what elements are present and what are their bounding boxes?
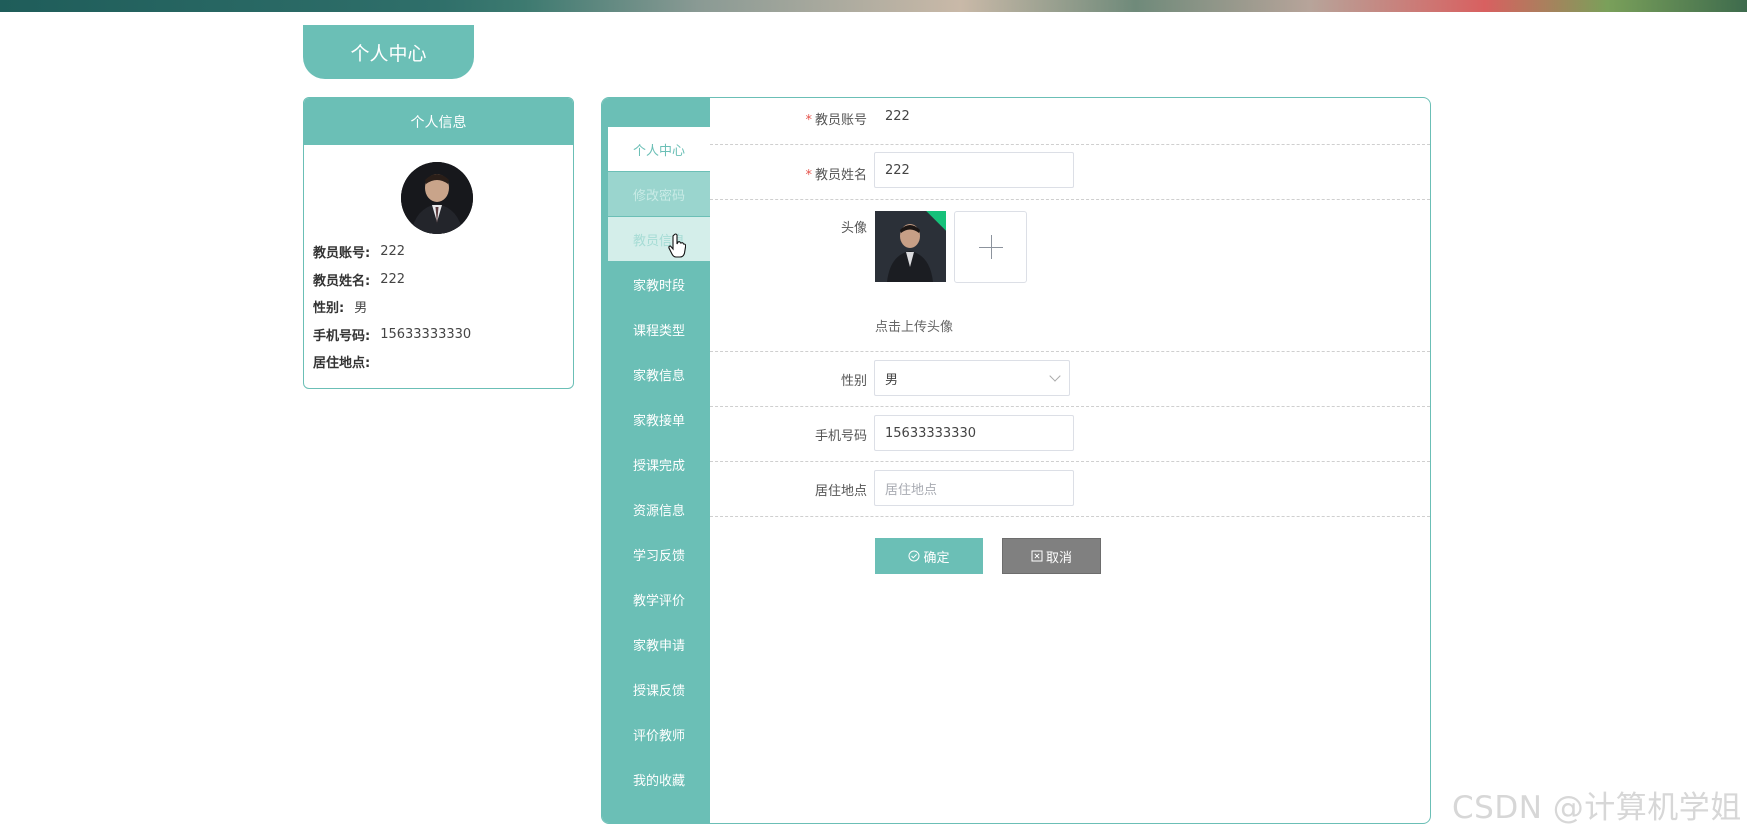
nav-item-favorites[interactable]: 我的收藏 [608, 757, 710, 801]
info-row-address: 居住地点: [313, 348, 563, 376]
info-value: 222 [380, 244, 406, 260]
cancel-button-label: 取消 [1045, 550, 1072, 566]
name-input[interactable]: 222 [874, 152, 1074, 188]
nav-item-lesson-feedback[interactable]: 授课反馈 [608, 667, 710, 711]
address-label: 居住地点 [814, 484, 867, 499]
form-row-account: * 教员账号 222 [710, 98, 1430, 145]
nav-item-resources[interactable]: 资源信息 [608, 487, 710, 531]
info-label: 居住地点: [313, 356, 371, 372]
close-square-icon [1031, 550, 1043, 562]
check-circle-icon [908, 550, 920, 562]
info-value: 15633333330 [380, 326, 472, 342]
confirm-button[interactable]: 确定 [875, 538, 983, 574]
gender-select-value: 男 [885, 372, 899, 388]
nav-item-lessons-completed[interactable]: 授课完成 [608, 442, 710, 486]
info-label: 教员账号: [313, 246, 371, 262]
phone-input[interactable]: 15633333330 [874, 415, 1074, 451]
form-row-avatar: 头像 [710, 200, 1430, 352]
info-label: 教员姓名: [313, 273, 371, 289]
nav-item-personal-center[interactable]: 个人中心 [608, 127, 710, 171]
avatar [401, 162, 473, 234]
upload-avatar-button[interactable] [954, 211, 1027, 283]
nav-item-rate-teachers[interactable]: 评价教师 [608, 712, 710, 756]
personal-info-card: 个人信息 教员账号: 222 教员姓名: 222 性别: 男 手机号码: 156… [303, 97, 574, 389]
nav-item-change-password[interactable]: 修改密码 [608, 172, 710, 216]
uploaded-avatar-thumbnail[interactable] [875, 211, 946, 282]
info-row-phone: 手机号码: 15633333330 [313, 321, 563, 349]
nav-item-tutor-info[interactable]: 教员信息 [608, 217, 710, 261]
form-row-address: 居住地点 居住地点 [710, 462, 1430, 517]
nav-item-accepted-orders[interactable]: 家教接单 [608, 397, 710, 441]
form-row-name: * 教员姓名 222 [710, 145, 1430, 200]
top-banner-image [0, 0, 1747, 12]
nav-item-tutoring-slots[interactable]: 家教时段 [608, 262, 710, 306]
nav-item-tutoring-info[interactable]: 家教信息 [608, 352, 710, 396]
hand-cursor-icon [668, 233, 686, 258]
phone-label: 手机号码 [814, 429, 867, 444]
profile-form: * 教员账号 222 * 教员姓名 222 头像 点击上传头像 性别 男 手机号… [710, 98, 1430, 823]
gender-label: 性别 [840, 374, 867, 389]
avatar-photo-icon [401, 162, 473, 234]
account-value: 222 [885, 109, 910, 124]
nav-item-tutoring-applications[interactable]: 家教申请 [608, 622, 710, 666]
account-label: * 教员账号 [805, 113, 867, 128]
form-row-phone: 手机号码 15633333330 [710, 407, 1430, 462]
avatar-label: 头像 [840, 221, 867, 236]
watermark: CSDN @计算机学姐 [1452, 790, 1742, 826]
form-row-gender: 性别 男 [710, 352, 1430, 407]
nav-item-teaching-evaluation[interactable]: 教学评价 [608, 577, 710, 621]
name-label: * 教员姓名 [805, 168, 867, 183]
nav-item-learning-feedback[interactable]: 学习反馈 [608, 532, 710, 576]
info-label: 性别: [313, 301, 345, 317]
info-value: 男 [354, 301, 368, 317]
nav-item-course-types[interactable]: 课程类型 [608, 307, 710, 351]
confirm-button-label: 确定 [923, 550, 950, 566]
page-title-tab: 个人中心 [303, 25, 474, 79]
name-label-text: 教员姓名 [814, 168, 867, 183]
info-card-header: 个人信息 [304, 98, 573, 145]
cancel-button[interactable]: 取消 [1002, 538, 1101, 574]
gender-select[interactable]: 男 [874, 360, 1070, 396]
upload-hint-text: 点击上传头像 [875, 320, 954, 335]
info-row-gender: 性别: 男 [313, 293, 563, 321]
chevron-down-icon [1049, 370, 1061, 382]
info-label: 手机号码: [313, 328, 371, 344]
info-row-name: 教员姓名: 222 [313, 266, 563, 294]
main-panel: 个人中心 修改密码 教员信息 家教时段 课程类型 家教信息 家教接单 授课完成 … [601, 97, 1431, 824]
info-row-account: 教员账号: 222 [313, 238, 563, 266]
avatar-thumbnail-photo-icon [875, 211, 946, 282]
account-label-text: 教员账号 [814, 113, 867, 128]
address-input[interactable]: 居住地点 [874, 470, 1074, 506]
side-nav: 个人中心 修改密码 教员信息 家教时段 课程类型 家教信息 家教接单 授课完成 … [602, 98, 710, 823]
info-value: 222 [380, 271, 406, 287]
